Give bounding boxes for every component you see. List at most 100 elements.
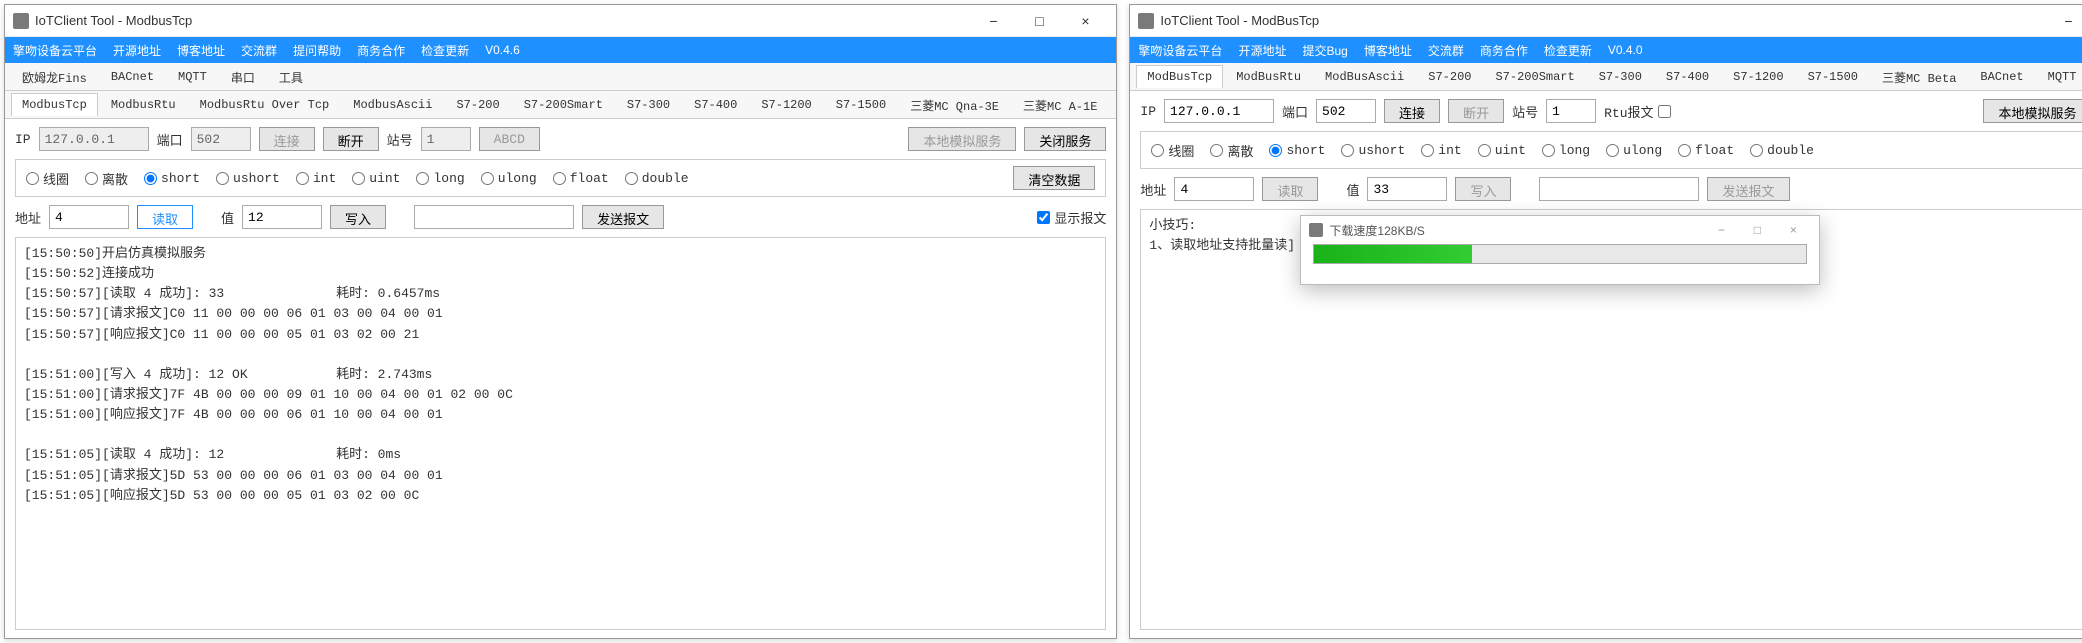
local-sim-button[interactable]: 本地模拟服务: [908, 127, 1016, 151]
tab-item[interactable]: MQTT: [167, 65, 218, 88]
read-button[interactable]: 读取: [137, 205, 193, 229]
tab-item[interactable]: BACnet: [100, 65, 165, 88]
tab-item[interactable]: S7-1200: [1722, 65, 1794, 88]
datatype-radio[interactable]: long: [1542, 143, 1590, 158]
write-button[interactable]: 写入: [1455, 177, 1511, 201]
tab-item[interactable]: S7-300: [616, 93, 681, 116]
menu-item[interactable]: 检查更新: [1544, 42, 1592, 59]
tab-item[interactable]: ModBusAscii: [1314, 65, 1415, 88]
show-telegram-checkbox[interactable]: 显示报文: [1037, 208, 1106, 227]
port-input[interactable]: [1316, 99, 1376, 123]
disconnect-button[interactable]: 断开: [323, 127, 379, 151]
datatype-radio[interactable]: ulong: [1606, 143, 1662, 158]
ip-input[interactable]: [1164, 99, 1274, 123]
tab-item[interactable]: S7-200: [445, 93, 510, 116]
send-telegram-button[interactable]: 发送报文: [1707, 177, 1789, 201]
disconnect-button[interactable]: 断开: [1448, 99, 1504, 123]
tab-item[interactable]: ModbusRtu Over Tcp: [189, 93, 341, 116]
dialog-maximize-button[interactable]: □: [1739, 223, 1775, 237]
value-input[interactable]: [1367, 177, 1447, 201]
datatype-radio[interactable]: uint: [352, 171, 400, 186]
telegram-input[interactable]: [414, 205, 574, 229]
tab-item[interactable]: S7-1500: [1797, 65, 1869, 88]
datatype-radio[interactable]: float: [553, 171, 609, 186]
datatype-radio[interactable]: ushort: [1341, 143, 1405, 158]
menu-item[interactable]: 商务合作: [357, 42, 405, 59]
datatype-radio[interactable]: 线圈: [1151, 141, 1194, 160]
dialog-close-button[interactable]: ×: [1775, 223, 1811, 237]
port-input[interactable]: [191, 127, 251, 151]
connect-button[interactable]: 连接: [259, 127, 315, 151]
datatype-radio[interactable]: 离散: [85, 169, 128, 188]
tab-item[interactable]: S7-200: [1417, 65, 1482, 88]
tab-item[interactable]: S7-400: [683, 93, 748, 116]
connect-button[interactable]: 连接: [1384, 99, 1440, 123]
station-input[interactable]: [421, 127, 471, 151]
datatype-radio[interactable]: short: [144, 171, 200, 186]
telegram-input[interactable]: [1539, 177, 1699, 201]
tab-item[interactable]: ModBusTcp: [1136, 65, 1223, 88]
tab-item[interactable]: S7-400: [1655, 65, 1720, 88]
menu-item[interactable]: 提问帮助: [293, 42, 341, 59]
menu-item[interactable]: 博客地址: [177, 42, 225, 59]
local-sim-button[interactable]: 本地模拟服务: [1983, 99, 2082, 123]
tab-item[interactable]: S7-1200: [750, 93, 822, 116]
menu-item[interactable]: V0.4.0: [1608, 43, 1643, 57]
tab-item[interactable]: S7-300: [1588, 65, 1653, 88]
menu-item[interactable]: 擎吻设备云平台: [13, 42, 97, 59]
tab-item[interactable]: 三菱MC A-1E: [1012, 92, 1108, 118]
minimize-button[interactable]: −: [2045, 5, 2082, 37]
datatype-radio[interactable]: float: [1678, 143, 1734, 158]
tab-item[interactable]: ModbusRtu: [100, 93, 187, 116]
tab-item[interactable]: 欧姆龙Fins: [11, 64, 98, 90]
tab-item[interactable]: 三菱MC Beta: [1871, 64, 1967, 90]
tab-item[interactable]: MQTT: [2037, 65, 2082, 88]
datatype-radio[interactable]: 离散: [1210, 141, 1253, 160]
show-telegram-check-icon[interactable]: [1037, 211, 1050, 224]
menu-item[interactable]: 博客地址: [1364, 42, 1412, 59]
tab-item[interactable]: ModbusTcp: [11, 93, 98, 116]
datatype-radio[interactable]: long: [416, 171, 464, 186]
maximize-button[interactable]: □: [1016, 5, 1062, 37]
close-service-button[interactable]: 关闭服务: [1024, 127, 1106, 151]
datatype-radio[interactable]: uint: [1478, 143, 1526, 158]
tab-item[interactable]: 工具: [268, 64, 314, 90]
close-button[interactable]: ×: [1062, 5, 1108, 37]
addr-input[interactable]: [49, 205, 129, 229]
datatype-radio[interactable]: 线圈: [26, 169, 69, 188]
datatype-radio[interactable]: short: [1269, 143, 1325, 158]
datatype-radio[interactable]: double: [625, 171, 689, 186]
clear-data-button[interactable]: 清空数据: [1013, 166, 1095, 190]
rtu-checkbox[interactable]: Rtu报文: [1604, 102, 1670, 121]
write-button[interactable]: 写入: [330, 205, 386, 229]
tab-item[interactable]: BACnet: [1969, 65, 2034, 88]
read-button[interactable]: 读取: [1262, 177, 1318, 201]
menu-item[interactable]: 开源地址: [113, 42, 161, 59]
send-telegram-button[interactable]: 发送报文: [582, 205, 664, 229]
menu-item[interactable]: 开源地址: [1238, 42, 1286, 59]
dialog-minimize-button[interactable]: −: [1703, 223, 1739, 237]
datatype-radio[interactable]: ulong: [481, 171, 537, 186]
datatype-radio[interactable]: int: [296, 171, 336, 186]
tab-item[interactable]: 三菱MC Qna-3E: [899, 92, 1010, 118]
menu-item[interactable]: 检查更新: [421, 42, 469, 59]
menu-item[interactable]: 擎吻设备云平台: [1138, 42, 1222, 59]
tab-item[interactable]: S7-1500: [825, 93, 897, 116]
datatype-radio[interactable]: int: [1421, 143, 1461, 158]
menu-item[interactable]: 交流群: [241, 42, 277, 59]
ip-input[interactable]: [39, 127, 149, 151]
rtu-check-icon[interactable]: [1658, 105, 1671, 118]
byteorder-select[interactable]: ABCD: [479, 127, 540, 151]
tab-item[interactable]: 串口: [220, 64, 266, 90]
minimize-button[interactable]: −: [970, 5, 1016, 37]
tab-item[interactable]: S7-200Smart: [1484, 65, 1585, 88]
station-input[interactable]: [1546, 99, 1596, 123]
menu-item[interactable]: 商务合作: [1480, 42, 1528, 59]
tab-item[interactable]: ModbusAscii: [342, 93, 443, 116]
datatype-radio[interactable]: ushort: [216, 171, 280, 186]
log-area[interactable]: [15:50:50]开启仿真模拟服务 [15:50:52]连接成功 [15:50…: [15, 237, 1106, 630]
datatype-radio[interactable]: double: [1750, 143, 1814, 158]
menu-item[interactable]: 交流群: [1428, 42, 1464, 59]
value-input[interactable]: [242, 205, 322, 229]
menu-item[interactable]: 提交Bug: [1302, 42, 1347, 59]
